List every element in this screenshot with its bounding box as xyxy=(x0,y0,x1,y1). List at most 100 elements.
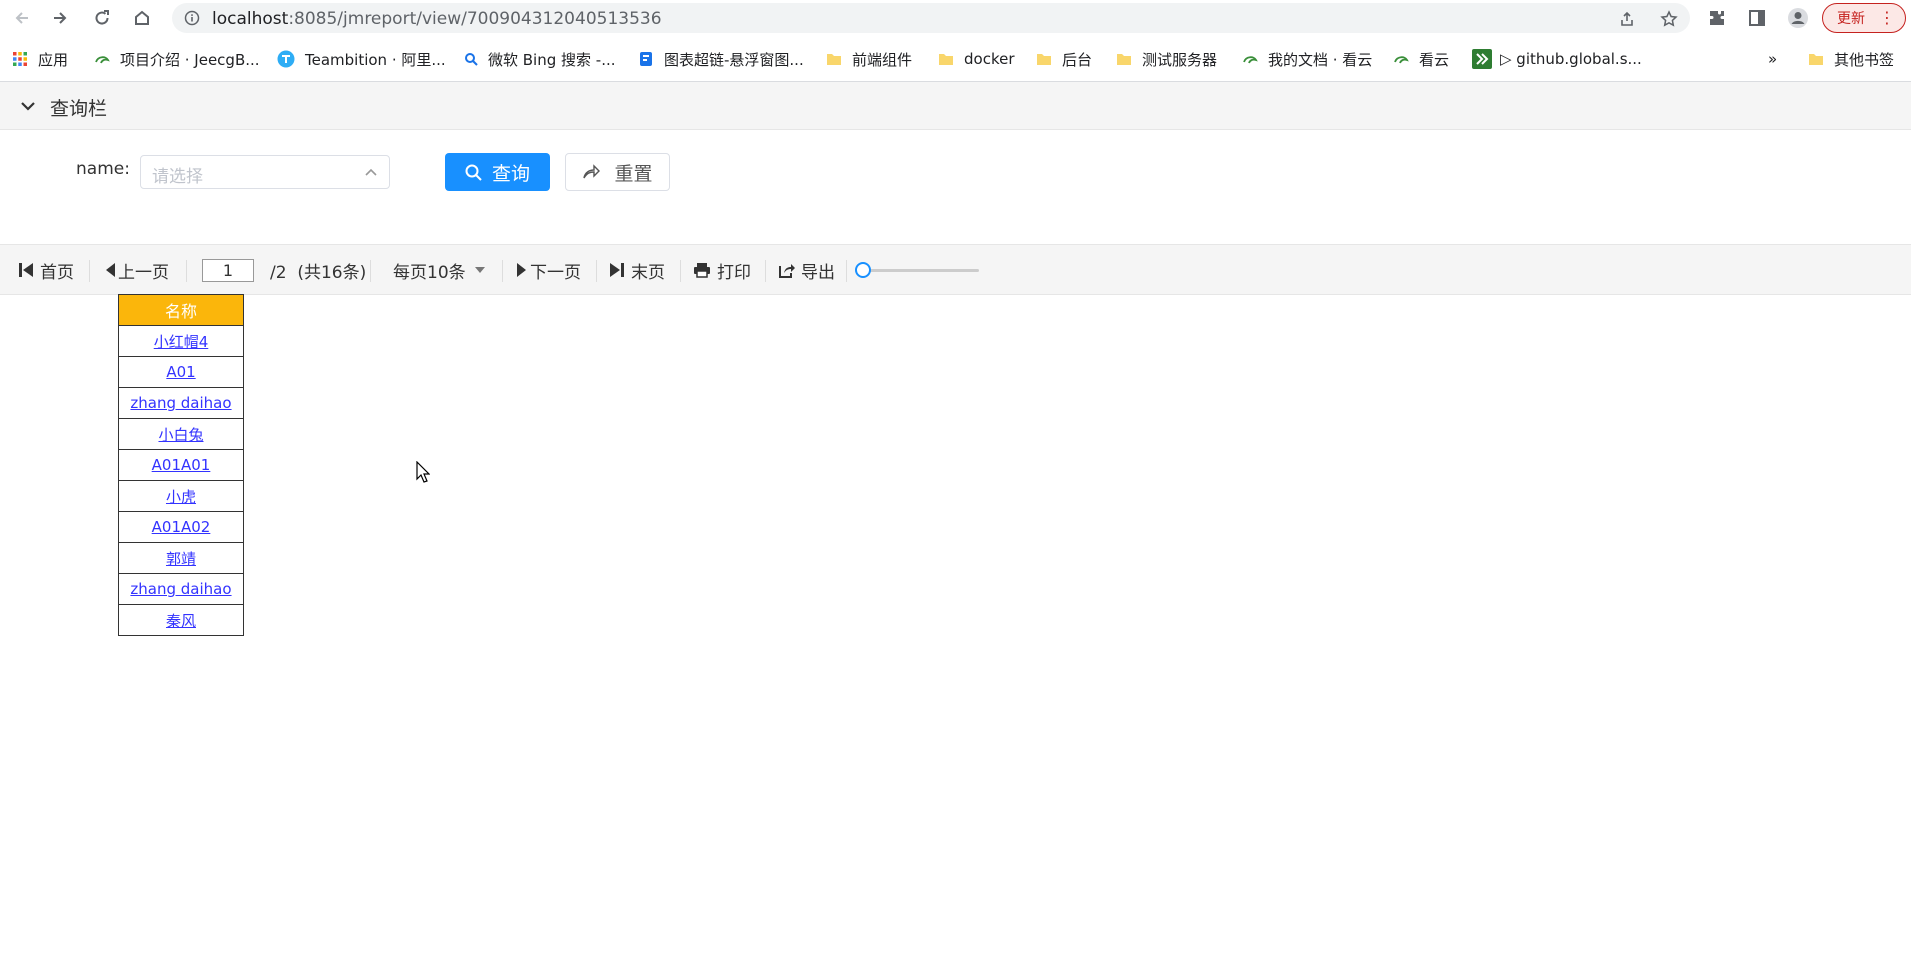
extensions-icon[interactable] xyxy=(1707,8,1727,28)
bookmark-folder-backend[interactable]: 后台 xyxy=(1036,48,1092,70)
bookmarks-overflow[interactable]: » xyxy=(1768,48,1777,70)
bookmark-label: Teambition · 阿里... xyxy=(305,50,446,69)
first-page-button[interactable]: 首页 xyxy=(18,258,74,283)
bookmark-label: 微软 Bing 搜索 -... xyxy=(488,50,616,69)
column-header-name: 名称 xyxy=(118,294,244,326)
toolbar-divider xyxy=(186,260,187,282)
table-row: A01A01 xyxy=(118,449,244,481)
home-icon xyxy=(135,10,149,25)
reset-button[interactable]: 重置 xyxy=(565,153,670,191)
per-page-select[interactable]: 每页10条 xyxy=(393,258,486,283)
share-icon[interactable] xyxy=(1618,10,1636,28)
last-page-button[interactable]: 末页 xyxy=(609,258,665,283)
chevron-down-icon[interactable] xyxy=(20,98,36,114)
bookmark-my-docs[interactable]: 我的文档 · 看云 xyxy=(1242,48,1372,70)
zoom-slider-track[interactable] xyxy=(855,269,979,272)
table-row: 秦风 xyxy=(118,604,244,636)
folder-icon xyxy=(1037,54,1051,65)
side-panel-icon[interactable] xyxy=(1747,8,1767,28)
toolbar-divider xyxy=(596,260,597,282)
caret-right-icon xyxy=(517,263,526,277)
bookmark-label: 看云 xyxy=(1419,50,1450,69)
update-label: 更新 xyxy=(1837,11,1865,27)
query-button[interactable]: 查询 xyxy=(445,153,550,191)
table-cell: zhang daihao xyxy=(118,387,244,419)
reload-button[interactable] xyxy=(88,4,116,32)
prev-page-label: 上一页 xyxy=(118,262,169,283)
profile-avatar-icon[interactable] xyxy=(1787,7,1809,29)
name-link[interactable]: A01A02 xyxy=(152,518,211,536)
table-row: 小红帽4 xyxy=(118,325,244,357)
query-form: name: 请选择 查询 重置 xyxy=(0,131,1911,244)
name-link[interactable]: A01A01 xyxy=(152,456,211,474)
mouse-cursor-icon xyxy=(416,461,430,483)
first-page-icon xyxy=(19,263,33,277)
url-text[interactable]: localhost:8085/jmreport/view/70090431204… xyxy=(212,9,662,29)
bookmark-folder-frontend[interactable]: 前端组件 xyxy=(826,48,912,70)
bookmark-kanyun[interactable]: 看云 xyxy=(1393,48,1449,70)
teambition-icon xyxy=(277,50,295,68)
zoom-slider-handle[interactable] xyxy=(855,262,872,278)
last-page-label: 末页 xyxy=(631,262,665,283)
name-link[interactable]: A01 xyxy=(166,363,195,381)
table-cell: 秦风 xyxy=(118,604,244,636)
bookmark-label: 后台 xyxy=(1062,50,1093,69)
print-button[interactable]: 打印 xyxy=(693,258,751,283)
last-page-icon xyxy=(610,263,624,277)
bookmark-bing[interactable]: 微软 Bing 搜索 -... xyxy=(464,48,616,70)
bookmark-label: 前端组件 xyxy=(852,50,913,69)
name-link[interactable]: 秦风 xyxy=(166,612,196,630)
folder-icon xyxy=(827,54,841,65)
search-icon xyxy=(465,53,478,66)
next-page-label: 下一页 xyxy=(530,262,581,283)
name-link[interactable]: 小虎 xyxy=(166,488,196,506)
report-toolbar: 首页 上一页 1 /2 (共16条) 每页10条 下一页 末页 打印 导出 xyxy=(0,244,1911,295)
info-icon[interactable] xyxy=(184,10,200,26)
bookmark-apps[interactable]: 应用 xyxy=(12,48,68,70)
bookmark-github[interactable]: ▷ github.global.s... xyxy=(1472,48,1642,70)
toolbar-divider xyxy=(680,260,681,282)
browser-toolbar: localhost:8085/jmreport/view/70090431204… xyxy=(0,0,1911,36)
more-menu-icon[interactable]: ⋮ xyxy=(1879,9,1895,27)
name-link[interactable]: zhang daihao xyxy=(130,580,231,598)
table-row: A01 xyxy=(118,356,244,388)
bookmark-label: 项目介绍 · JeecgB... xyxy=(120,50,260,69)
bookmark-teambition[interactable]: Teambition · 阿里... xyxy=(277,48,446,70)
bookmark-folder-docker[interactable]: docker xyxy=(938,48,1015,70)
name-select[interactable]: 请选择 xyxy=(140,155,390,189)
name-link[interactable]: 郭靖 xyxy=(166,550,196,568)
export-button[interactable]: 导出 xyxy=(779,258,835,283)
bookmark-jeecg[interactable]: 项目介绍 · JeecgB... xyxy=(94,48,260,70)
back-button[interactable] xyxy=(8,4,36,32)
prev-page-button[interactable]: 上一页 xyxy=(104,258,169,283)
page-number-input[interactable]: 1 xyxy=(202,259,254,282)
github-icon xyxy=(1472,49,1492,69)
page-info-text: /2 (共16条) xyxy=(270,262,367,283)
home-button[interactable] xyxy=(128,4,156,32)
star-icon[interactable] xyxy=(1660,10,1678,28)
next-page-button[interactable]: 下一页 xyxy=(516,258,581,283)
bookmarks-bar: 应用 项目介绍 · JeecgB... Teambition · 阿里... 微… xyxy=(0,44,1911,74)
search-icon xyxy=(465,164,482,181)
bookmark-folder-other[interactable]: 其他书签 xyxy=(1808,48,1894,70)
table-row: 郭靖 xyxy=(118,542,244,574)
reset-button-label: 重置 xyxy=(614,162,653,185)
printer-icon xyxy=(694,263,710,278)
address-bar[interactable]: localhost:8085/jmreport/view/70090431204… xyxy=(172,3,1690,33)
update-button[interactable]: 更新 ⋮ xyxy=(1822,3,1906,33)
bookmark-chart-link[interactable]: 图表超链-悬浮窗图... xyxy=(638,48,804,70)
bookmark-label: 图表超链-悬浮窗图... xyxy=(664,50,804,69)
table-row: zhang daihao xyxy=(118,387,244,419)
table-cell: A01A02 xyxy=(118,511,244,543)
arrow-left-icon xyxy=(15,12,28,24)
name-link[interactable]: 小白兔 xyxy=(158,426,203,444)
folder-icon xyxy=(939,54,953,65)
bookmark-folder-test-server[interactable]: 测试服务器 xyxy=(1116,48,1217,70)
forward-button[interactable] xyxy=(46,4,74,32)
name-link[interactable]: zhang daihao xyxy=(130,394,231,412)
bookmark-label: 应用 xyxy=(38,50,69,69)
query-panel-header[interactable]: 查询栏 xyxy=(0,82,1911,130)
name-link[interactable]: 小红帽4 xyxy=(154,333,209,351)
table-cell: 小虎 xyxy=(118,480,244,512)
table-row: zhang daihao xyxy=(118,573,244,605)
